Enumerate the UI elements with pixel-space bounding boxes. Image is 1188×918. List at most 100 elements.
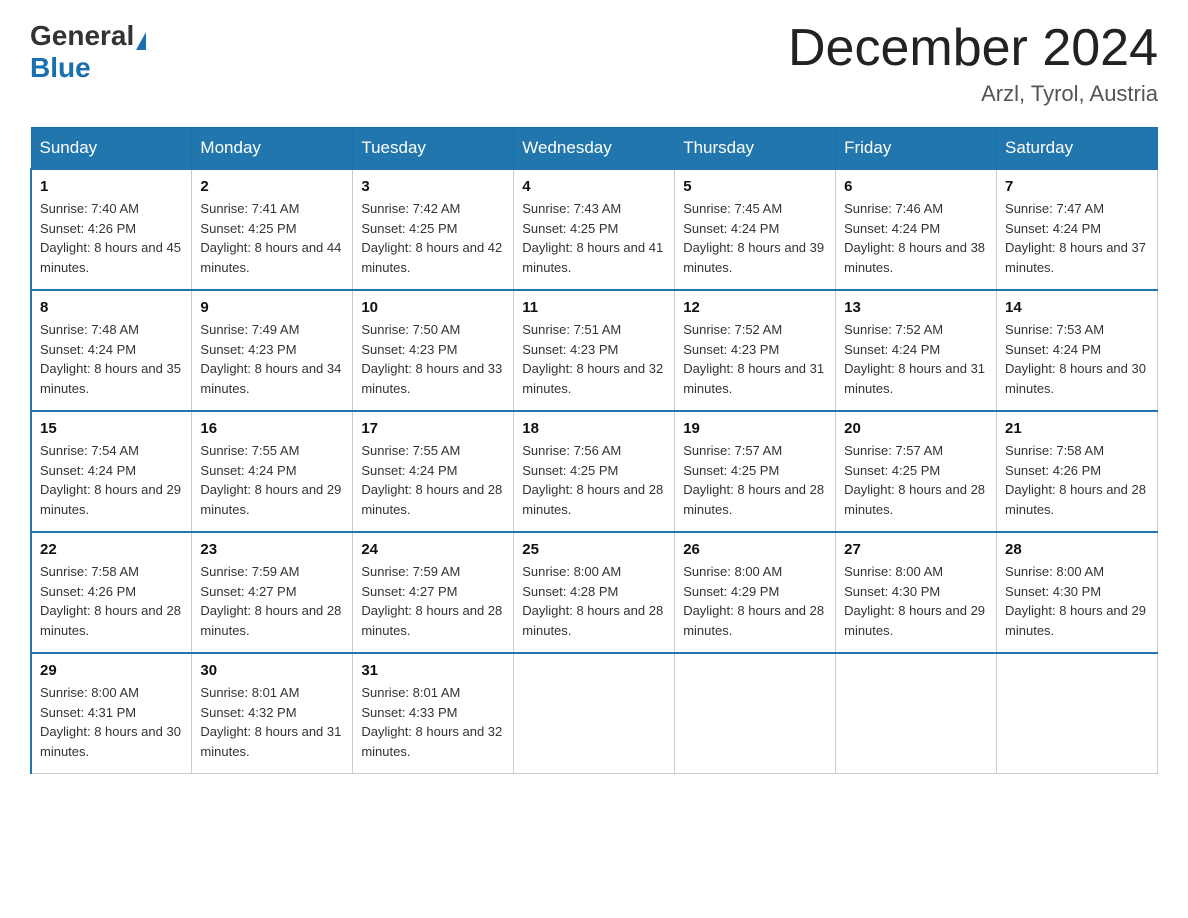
table-row xyxy=(836,653,997,774)
table-row: 30 Sunrise: 8:01 AMSunset: 4:32 PMDayligh… xyxy=(192,653,353,774)
month-title: December 2024 xyxy=(788,20,1158,77)
table-row: 11 Sunrise: 7:51 AMSunset: 4:23 PMDayligh… xyxy=(514,290,675,411)
table-row xyxy=(675,653,836,774)
calendar-week-row: 15 Sunrise: 7:54 AMSunset: 4:24 PMDayligh… xyxy=(31,411,1158,532)
day-number: 8 xyxy=(40,299,183,316)
day-info: Sunrise: 7:53 AMSunset: 4:24 PMDaylight:… xyxy=(1005,320,1149,398)
day-info: Sunrise: 7:40 AMSunset: 4:26 PMDaylight:… xyxy=(40,199,183,277)
day-info: Sunrise: 7:55 AMSunset: 4:24 PMDaylight:… xyxy=(200,441,344,519)
day-info: Sunrise: 8:01 AMSunset: 4:32 PMDaylight:… xyxy=(200,683,344,761)
day-info: Sunrise: 7:58 AMSunset: 4:26 PMDaylight:… xyxy=(1005,441,1149,519)
day-info: Sunrise: 7:50 AMSunset: 4:23 PMDaylight:… xyxy=(361,320,505,398)
day-number: 16 xyxy=(200,420,344,437)
day-info: Sunrise: 7:41 AMSunset: 4:25 PMDaylight:… xyxy=(200,199,344,277)
table-row: 26 Sunrise: 8:00 AMSunset: 4:29 PMDayligh… xyxy=(675,532,836,653)
day-number: 28 xyxy=(1005,541,1149,558)
day-info: Sunrise: 7:45 AMSunset: 4:24 PMDaylight:… xyxy=(683,199,827,277)
col-monday: Monday xyxy=(192,128,353,170)
table-row: 4 Sunrise: 7:43 AMSunset: 4:25 PMDaylight… xyxy=(514,169,675,290)
day-info: Sunrise: 7:59 AMSunset: 4:27 PMDaylight:… xyxy=(361,562,505,640)
day-number: 25 xyxy=(522,541,666,558)
day-number: 24 xyxy=(361,541,505,558)
table-row xyxy=(997,653,1158,774)
day-info: Sunrise: 7:52 AMSunset: 4:23 PMDaylight:… xyxy=(683,320,827,398)
day-info: Sunrise: 8:00 AMSunset: 4:30 PMDaylight:… xyxy=(844,562,988,640)
calendar-header-row: Sunday Monday Tuesday Wednesday Thursday… xyxy=(31,128,1158,170)
day-number: 15 xyxy=(40,420,183,437)
table-row: 3Sunrise: 7:42 AMSunset: 4:25 PMDaylight… xyxy=(353,169,514,290)
table-row: 16 Sunrise: 7:55 AMSunset: 4:24 PMDayligh… xyxy=(192,411,353,532)
col-tuesday: Tuesday xyxy=(353,128,514,170)
day-number: 22 xyxy=(40,541,183,558)
day-info: Sunrise: 7:46 AMSunset: 4:24 PMDaylight:… xyxy=(844,199,988,277)
day-number: 29 xyxy=(40,662,183,679)
day-info: Sunrise: 7:59 AMSunset: 4:27 PMDaylight:… xyxy=(200,562,344,640)
day-info: Sunrise: 7:42 AMSunset: 4:25 PMDaylight:… xyxy=(361,199,505,277)
table-row: 22 Sunrise: 7:58 AMSunset: 4:26 PMDayligh… xyxy=(31,532,192,653)
day-info: Sunrise: 7:48 AMSunset: 4:24 PMDaylight:… xyxy=(40,320,183,398)
day-number: 30 xyxy=(200,662,344,679)
day-number: 23 xyxy=(200,541,344,558)
col-thursday: Thursday xyxy=(675,128,836,170)
day-number: 2 xyxy=(200,178,344,195)
table-row: 25 Sunrise: 8:00 AMSunset: 4:28 PMDayligh… xyxy=(514,532,675,653)
day-info: Sunrise: 8:00 AMSunset: 4:28 PMDaylight:… xyxy=(522,562,666,640)
table-row: 14Sunrise: 7:53 AMSunset: 4:24 PMDayligh… xyxy=(997,290,1158,411)
day-number: 31 xyxy=(361,662,505,679)
day-info: Sunrise: 8:01 AMSunset: 4:33 PMDaylight:… xyxy=(361,683,505,761)
day-number: 9 xyxy=(200,299,344,316)
day-number: 19 xyxy=(683,420,827,437)
table-row: 20Sunrise: 7:57 AMSunset: 4:25 PMDayligh… xyxy=(836,411,997,532)
logo-triangle-icon xyxy=(136,32,146,50)
day-number: 20 xyxy=(844,420,988,437)
calendar-week-row: 1Sunrise: 7:40 AMSunset: 4:26 PMDaylight… xyxy=(31,169,1158,290)
day-info: Sunrise: 7:54 AMSunset: 4:24 PMDaylight:… xyxy=(40,441,183,519)
table-row: 27Sunrise: 8:00 AMSunset: 4:30 PMDayligh… xyxy=(836,532,997,653)
table-row: 21 Sunrise: 7:58 AMSunset: 4:26 PMDayligh… xyxy=(997,411,1158,532)
title-block: December 2024 Arzl, Tyrol, Austria xyxy=(788,20,1158,107)
table-row: 17 Sunrise: 7:55 AMSunset: 4:24 PMDayligh… xyxy=(353,411,514,532)
col-sunday: Sunday xyxy=(31,128,192,170)
location-text: Arzl, Tyrol, Austria xyxy=(788,81,1158,107)
day-number: 4 xyxy=(522,178,666,195)
day-info: Sunrise: 7:43 AMSunset: 4:25 PMDaylight:… xyxy=(522,199,666,277)
day-info: Sunrise: 7:51 AMSunset: 4:23 PMDaylight:… xyxy=(522,320,666,398)
calendar-week-row: 8 Sunrise: 7:48 AMSunset: 4:24 PMDaylight… xyxy=(31,290,1158,411)
table-row: 23 Sunrise: 7:59 AMSunset: 4:27 PMDayligh… xyxy=(192,532,353,653)
calendar-table: Sunday Monday Tuesday Wednesday Thursday… xyxy=(30,127,1158,774)
table-row: 28 Sunrise: 8:00 AMSunset: 4:30 PMDayligh… xyxy=(997,532,1158,653)
day-number: 11 xyxy=(522,299,666,316)
col-wednesday: Wednesday xyxy=(514,128,675,170)
day-info: Sunrise: 7:55 AMSunset: 4:24 PMDaylight:… xyxy=(361,441,505,519)
day-number: 13 xyxy=(844,299,988,316)
day-info: Sunrise: 8:00 AMSunset: 4:31 PMDaylight:… xyxy=(40,683,183,761)
calendar-week-row: 22 Sunrise: 7:58 AMSunset: 4:26 PMDayligh… xyxy=(31,532,1158,653)
table-row: 12Sunrise: 7:52 AMSunset: 4:23 PMDayligh… xyxy=(675,290,836,411)
day-number: 18 xyxy=(522,420,666,437)
logo-row: General xyxy=(30,20,146,52)
logo-blue-text: Blue xyxy=(30,52,91,84)
col-saturday: Saturday xyxy=(997,128,1158,170)
day-number: 17 xyxy=(361,420,505,437)
table-row: 6Sunrise: 7:46 AMSunset: 4:24 PMDaylight… xyxy=(836,169,997,290)
table-row: 5 Sunrise: 7:45 AMSunset: 4:24 PMDaylight… xyxy=(675,169,836,290)
table-row: 7 Sunrise: 7:47 AMSunset: 4:24 PMDaylight… xyxy=(997,169,1158,290)
logo-general-text: General xyxy=(30,20,134,51)
day-info: Sunrise: 8:00 AMSunset: 4:30 PMDaylight:… xyxy=(1005,562,1149,640)
day-info: Sunrise: 7:57 AMSunset: 4:25 PMDaylight:… xyxy=(683,441,827,519)
table-row: 15 Sunrise: 7:54 AMSunset: 4:24 PMDayligh… xyxy=(31,411,192,532)
col-friday: Friday xyxy=(836,128,997,170)
page-header: General Blue December 2024 Arzl, Tyrol, … xyxy=(30,20,1158,107)
day-info: Sunrise: 7:58 AMSunset: 4:26 PMDaylight:… xyxy=(40,562,183,640)
table-row: 19 Sunrise: 7:57 AMSunset: 4:25 PMDayligh… xyxy=(675,411,836,532)
table-row: 13Sunrise: 7:52 AMSunset: 4:24 PMDayligh… xyxy=(836,290,997,411)
day-info: Sunrise: 7:47 AMSunset: 4:24 PMDaylight:… xyxy=(1005,199,1149,277)
day-number: 21 xyxy=(1005,420,1149,437)
day-info: Sunrise: 8:00 AMSunset: 4:29 PMDaylight:… xyxy=(683,562,827,640)
day-number: 26 xyxy=(683,541,827,558)
day-number: 10 xyxy=(361,299,505,316)
table-row: 1Sunrise: 7:40 AMSunset: 4:26 PMDaylight… xyxy=(31,169,192,290)
table-row: 10 Sunrise: 7:50 AMSunset: 4:23 PMDayligh… xyxy=(353,290,514,411)
day-number: 5 xyxy=(683,178,827,195)
day-number: 7 xyxy=(1005,178,1149,195)
